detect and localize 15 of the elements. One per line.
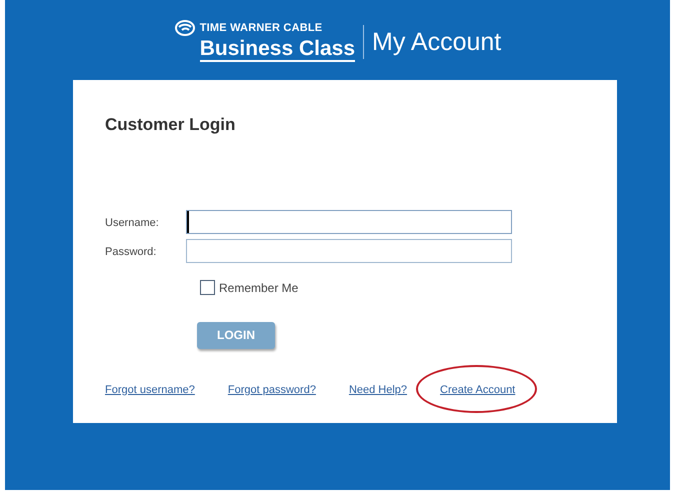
username-field[interactable] [186, 210, 512, 234]
brand-name: Business Class [200, 38, 355, 62]
page-title: My Account [372, 30, 502, 54]
footer-link[interactable]: Forgot username? [105, 384, 195, 396]
password-field[interactable] [186, 238, 512, 262]
field-label: Password: [105, 244, 158, 260]
brand-tagline: TIME WARNER CABLE [200, 22, 322, 34]
checkbox-label: Remember Me [219, 280, 298, 296]
field-label: Username: [105, 216, 160, 230]
logo-icon [174, 18, 196, 38]
footer-link[interactable]: Forgot password? [228, 384, 316, 396]
login-title: Customer Login [105, 114, 236, 136]
footer-link[interactable]: Need Help? [348, 384, 408, 396]
remember-checkbox[interactable] [200, 280, 215, 295]
footer-link[interactable]: Create Account [440, 384, 516, 396]
